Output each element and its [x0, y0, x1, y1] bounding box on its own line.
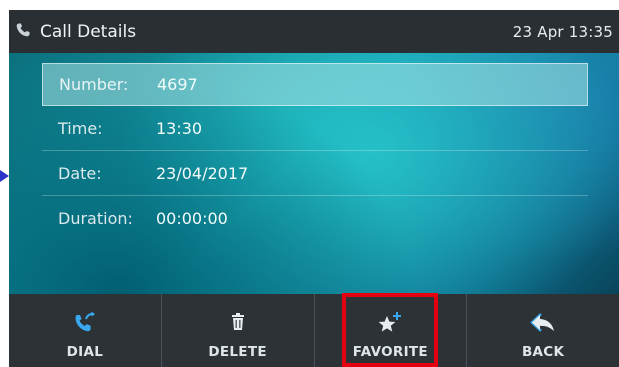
- header-left: Call Details: [15, 22, 136, 42]
- detail-value: 23/04/2017: [156, 163, 249, 183]
- detail-value: 13:30: [156, 118, 203, 138]
- call-details-list: Number: 4697 Time: 13:30 Date: 23/04/201…: [42, 63, 588, 241]
- detail-row-date[interactable]: Date: 23/04/2017: [42, 151, 588, 196]
- detail-row-duration[interactable]: Duration: 00:00:00: [42, 196, 588, 241]
- detail-label: Date:: [58, 163, 102, 183]
- header-bar: Call Details 23 Apr 13:35: [9, 10, 619, 53]
- trash-icon: [231, 313, 244, 330]
- detail-value: 4697: [157, 75, 198, 94]
- star-plus-icon: [378, 312, 402, 332]
- favorite-button[interactable]: FAVORITE: [315, 294, 468, 367]
- detail-row-number[interactable]: Number: 4697: [42, 63, 588, 106]
- pointer-arrow: [0, 170, 9, 182]
- back-button[interactable]: BACK: [467, 294, 619, 367]
- back-arrow-icon: [530, 313, 555, 332]
- softkey-label: DIAL: [66, 344, 104, 360]
- date-time: 23 Apr 13:35: [512, 22, 613, 41]
- phone-screen: Call Details 23 Apr 13:35 Number: 4697 T…: [9, 10, 619, 367]
- detail-label: Time:: [58, 118, 103, 138]
- detail-row-time[interactable]: Time: 13:30: [42, 106, 588, 151]
- phone-handset-icon: [15, 22, 31, 42]
- dial-call-icon: [75, 311, 95, 332]
- detail-label: Duration:: [58, 209, 133, 228]
- detail-label: Number:: [59, 75, 129, 94]
- detail-value: 00:00:00: [156, 209, 228, 228]
- softkey-bar: DIAL DELETE FAVORITE BACK: [9, 294, 619, 367]
- softkey-label: BACK: [521, 344, 565, 360]
- delete-button[interactable]: DELETE: [162, 294, 315, 367]
- softkey-label: DELETE: [208, 344, 267, 360]
- dial-button[interactable]: DIAL: [9, 294, 162, 367]
- softkey-label: FAVORITE: [352, 344, 428, 360]
- page-title: Call Details: [40, 21, 137, 42]
